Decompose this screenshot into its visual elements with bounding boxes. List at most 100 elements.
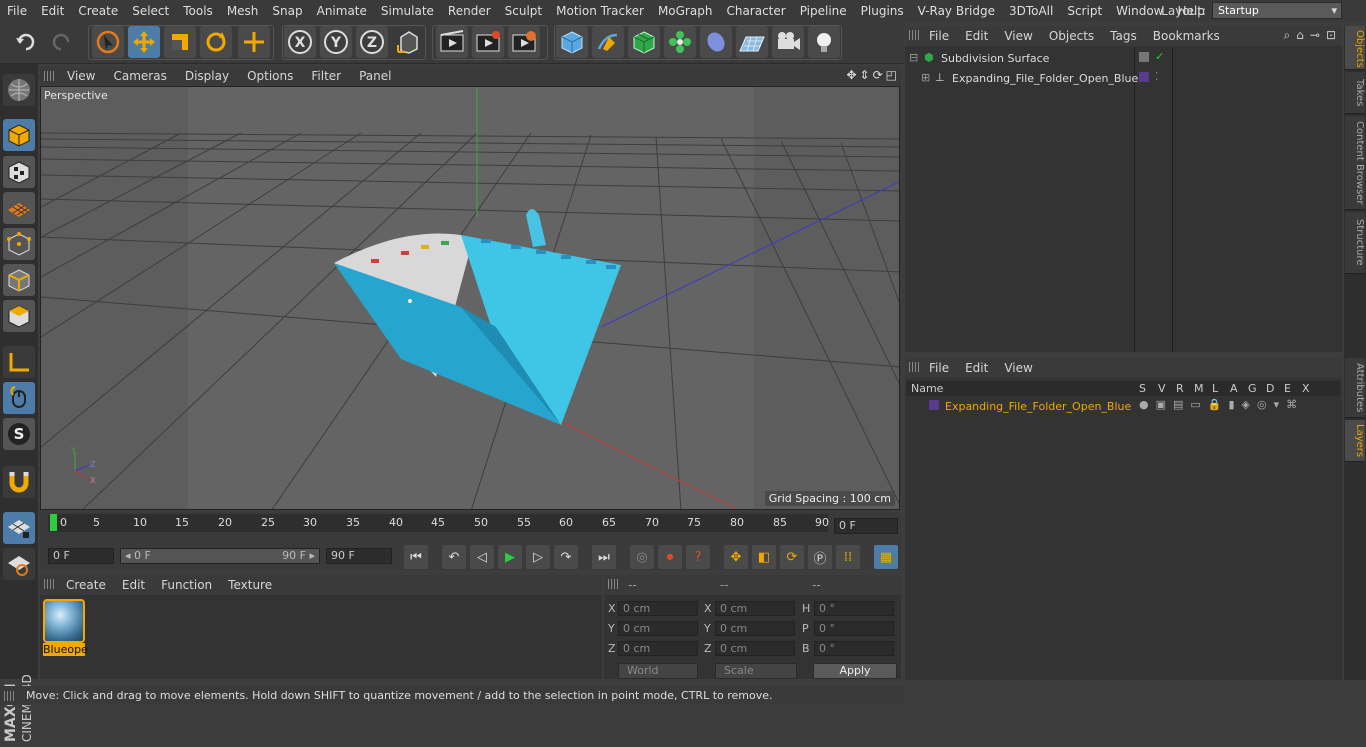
workplane-mode-icon[interactable] — [3, 192, 35, 224]
record-keys-icon[interactable]: ◎ — [630, 545, 654, 569]
cube-icon[interactable] — [556, 26, 588, 58]
material-menu-edit[interactable]: Edit — [114, 578, 153, 592]
move-tool-icon[interactable] — [128, 26, 160, 58]
panel-grip-icon[interactable] — [909, 30, 919, 40]
viewport-menu-cameras[interactable]: Cameras — [104, 69, 175, 83]
home-icon[interactable]: ⌂ — [1296, 28, 1304, 43]
light-icon[interactable] — [808, 26, 840, 58]
panel-grip-icon[interactable] — [4, 691, 14, 701]
size-x-field[interactable]: 0 cm — [715, 601, 795, 616]
key-parameter-icon[interactable]: Ⓟ — [808, 545, 832, 569]
next-key-icon[interactable]: ↷ — [554, 545, 578, 569]
viewport-rotate-icon[interactable]: ⟳ — [873, 68, 883, 82]
end-frame-field[interactable]: 90 F — [326, 548, 392, 564]
model-mode-icon[interactable] — [3, 119, 35, 151]
viewport-menu-view[interactable]: View — [58, 69, 104, 83]
menu-mesh[interactable]: Mesh — [220, 4, 266, 18]
prev-frame-icon[interactable]: ◁ — [470, 545, 494, 569]
render-settings-icon[interactable] — [508, 26, 540, 58]
menu-vray-bridge[interactable]: V-Ray Bridge — [911, 4, 1002, 18]
coordinate-space-select[interactable]: World — [618, 663, 698, 679]
autokey-icon[interactable]: ⏺ — [658, 545, 682, 569]
menu-tools[interactable]: Tools — [176, 4, 220, 18]
size-mode-select[interactable]: Scale — [715, 663, 797, 679]
preview-range-slider[interactable]: ◂ 0 F 90 F ▸ — [120, 548, 320, 564]
search-icon[interactable]: ⌕ — [1284, 28, 1291, 43]
tweak-mode-icon[interactable] — [3, 382, 35, 414]
menu-3dtoall[interactable]: 3DToAll — [1002, 4, 1060, 18]
menu-create[interactable]: Create — [71, 4, 125, 18]
coordinate-system-icon[interactable] — [392, 26, 424, 58]
panel-grip-icon[interactable] — [608, 579, 618, 589]
viewport-menu-display[interactable]: Display — [176, 69, 238, 83]
layers-menu-file[interactable]: File — [921, 361, 957, 375]
viewport-menu-panel[interactable]: Panel — [350, 69, 400, 83]
menu-plugins[interactable]: Plugins — [854, 4, 911, 18]
objects-menu-file[interactable]: File — [921, 29, 957, 43]
objects-menu-view[interactable]: View — [996, 29, 1040, 43]
timeline-ruler[interactable]: 0 5 10 15 20 25 30 35 40 45 50 55 60 65 … — [40, 512, 901, 544]
rot-p-field[interactable]: 0 ° — [814, 621, 894, 636]
viewport-maximize-icon[interactable]: ◰ — [886, 68, 897, 82]
layer-toggles[interactable]: ●▣▤▭🔒▮◈◎▾⌘ — [1139, 398, 1304, 411]
visibility-dots-icon[interactable]: ⁚ — [1155, 70, 1159, 83]
viewport-menu-options[interactable]: Options — [238, 69, 302, 83]
menu-pipeline[interactable]: Pipeline — [793, 4, 854, 18]
render-picture-viewer-icon[interactable] — [472, 26, 504, 58]
redo-icon[interactable] — [45, 26, 77, 58]
texture-mode-icon[interactable] — [3, 156, 35, 188]
size-z-field[interactable]: 0 cm — [715, 641, 795, 656]
subdivision-surface-icon[interactable] — [628, 26, 660, 58]
layout-select[interactable]: Startup — [1212, 2, 1342, 19]
render-view-icon[interactable] — [436, 26, 468, 58]
layers-menu-view[interactable]: View — [996, 361, 1040, 375]
polygons-mode-icon[interactable] — [3, 300, 35, 332]
menu-script[interactable]: Script — [1060, 4, 1109, 18]
viewport-pan-icon[interactable]: ✥ — [846, 68, 856, 82]
edges-mode-icon[interactable] — [3, 264, 35, 296]
pos-z-field[interactable]: 0 cm — [618, 641, 698, 656]
start-frame-field[interactable]: 0 F — [48, 548, 114, 564]
layers-menu-edit[interactable]: Edit — [957, 361, 996, 375]
x-axis-lock-icon[interactable]: X — [284, 26, 316, 58]
pos-x-field[interactable]: 0 cm — [618, 601, 698, 616]
layer-color-swatch[interactable] — [929, 400, 939, 410]
key-rotation-icon[interactable]: ⟳ — [780, 545, 804, 569]
current-frame-field[interactable]: 0 F — [834, 518, 898, 534]
axis-mode-icon[interactable] — [3, 346, 35, 378]
snapping-icon[interactable]: S — [3, 418, 35, 450]
tab-objects[interactable]: Objects — [1345, 26, 1365, 70]
rot-b-field[interactable]: 0 ° — [814, 641, 894, 656]
objects-menu-objects[interactable]: Objects — [1041, 29, 1102, 43]
tab-layers[interactable]: Layers — [1345, 420, 1365, 462]
objects-menu-bookmarks[interactable]: Bookmarks — [1145, 29, 1228, 43]
timeline-window-icon[interactable]: ▦ — [874, 545, 898, 569]
menu-edit[interactable]: Edit — [34, 4, 71, 18]
material-menu-function[interactable]: Function — [153, 578, 220, 592]
key-position-icon[interactable]: ✥ — [724, 545, 748, 569]
tab-takes[interactable]: Takes — [1345, 72, 1365, 114]
size-y-field[interactable]: 0 cm — [715, 621, 795, 636]
locked-workplane-icon[interactable] — [3, 548, 35, 580]
objects-menu-edit[interactable]: Edit — [957, 29, 996, 43]
rotate-tool-icon[interactable] — [200, 26, 232, 58]
objects-menu-tags[interactable]: Tags — [1102, 29, 1145, 43]
goto-end-icon[interactable]: ⏭ — [592, 545, 616, 569]
material-menu-texture[interactable]: Texture — [220, 578, 280, 592]
tab-content-browser[interactable]: Content Browser — [1345, 116, 1365, 210]
link-icon[interactable]: ⊸ — [1310, 28, 1320, 43]
expand-icon[interactable]: ⊞ — [921, 71, 930, 84]
key-pla-icon[interactable]: ⁞⁞ — [836, 545, 860, 569]
layer-name[interactable]: Expanding_File_Folder_Open_Blue — [945, 400, 1131, 413]
menu-simulate[interactable]: Simulate — [374, 4, 441, 18]
key-scale-icon[interactable]: ◧ — [752, 545, 776, 569]
layer-row[interactable]: Expanding_File_Folder_Open_Blue ●▣▤▭🔒▮◈◎… — [905, 398, 1342, 418]
keyframe-selection-icon[interactable]: ? — [686, 545, 710, 569]
menu-render[interactable]: Render — [441, 4, 498, 18]
deformer-icon[interactable] — [700, 26, 732, 58]
cloner-icon[interactable] — [664, 26, 696, 58]
enabled-check-icon[interactable]: ✓ — [1155, 50, 1164, 63]
z-axis-lock-icon[interactable]: Z — [356, 26, 388, 58]
viewport-dolly-icon[interactable]: ⇕ — [860, 68, 870, 82]
object-row-subdivision-surface[interactable]: ⊟ ⬢ Subdivision Surface ✓ — [905, 50, 1342, 70]
